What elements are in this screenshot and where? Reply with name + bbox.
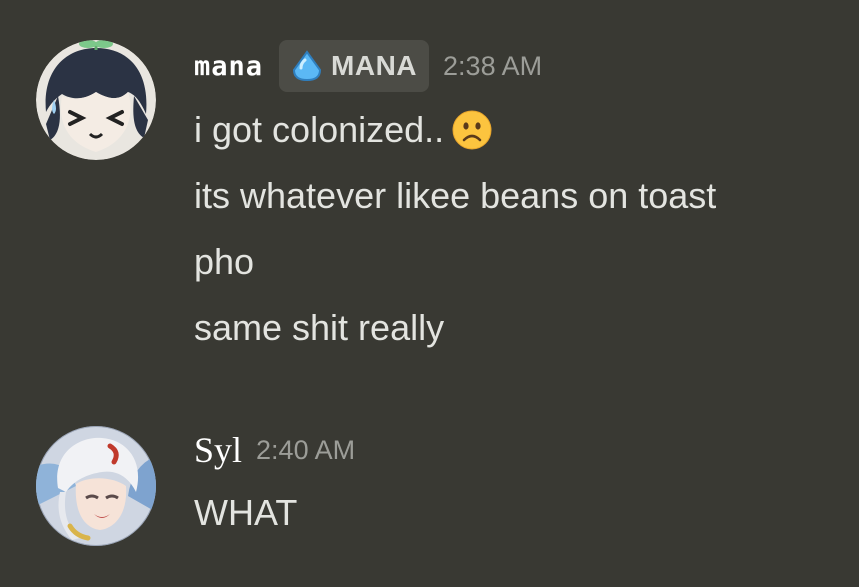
frowning-face-icon[interactable] (452, 110, 492, 150)
message-text: i got colonized.. (194, 109, 445, 150)
message-group-syl: Syl 2:40 AM WHAT (0, 400, 859, 587)
username[interactable]: Syl (194, 429, 242, 471)
message-line: its whatever likee beans on toast (194, 175, 717, 216)
username[interactable]: mana (194, 51, 263, 82)
avatar-mana[interactable] (36, 40, 156, 160)
timestamp[interactable]: 2:40 AM (256, 435, 355, 466)
avatar-syl[interactable] (36, 426, 156, 546)
message-line: same shit really (194, 307, 445, 348)
message-header: mana MANA 2:38 AM (194, 38, 542, 94)
timestamp[interactable]: 2:38 AM (443, 51, 542, 82)
server-tag-badge[interactable]: MANA (279, 40, 430, 92)
server-tag-label: MANA (331, 50, 418, 81)
message-header: Syl 2:40 AM (194, 422, 355, 478)
message-line: i got colonized.. (194, 97, 716, 163)
message-group-mana: mana MANA 2:38 AM i got colonized.. its … (0, 0, 859, 380)
white-hair-character-avatar (36, 426, 156, 546)
blue-droplet-icon (293, 50, 322, 82)
message-line: WHAT (194, 492, 298, 533)
chibi-dark-hair-sprout-avatar (36, 40, 156, 160)
message-line: pho (194, 241, 255, 282)
message-body: WHAT (194, 480, 297, 546)
message-body: i got colonized.. its whatever likee bea… (194, 97, 716, 361)
